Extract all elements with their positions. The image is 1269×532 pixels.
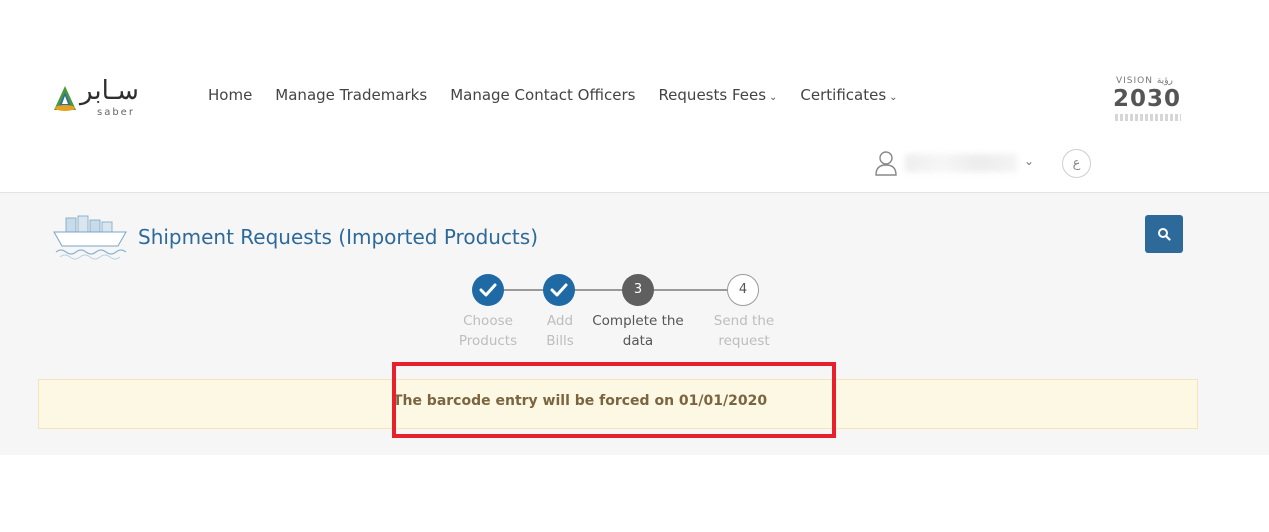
main-menu: Home Manage Trademarks Manage Contact Of…	[208, 86, 921, 104]
nav-manage-contact-officers[interactable]: Manage Contact Officers	[450, 86, 635, 104]
step-2-label-line1: Add	[546, 313, 574, 329]
top-navbar: سـابر saber Home Manage Trademarks Manag…	[0, 0, 1269, 193]
chevron-down-icon: ⌄	[889, 92, 898, 103]
language-switch-button[interactable]: ع	[1062, 149, 1091, 178]
saber-emblem-icon	[54, 86, 76, 111]
checkmark-icon	[550, 283, 568, 297]
chevron-down-icon: ⌄	[769, 92, 778, 103]
nav-home-label: Home	[208, 86, 253, 104]
vision-2030-logo: VISION رؤية 2030	[1113, 76, 1185, 124]
step-3-label: Complete the data	[588, 311, 688, 351]
chevron-down-icon[interactable]: ⌄	[1024, 154, 1034, 168]
step-1-label: Choose Products	[448, 311, 528, 351]
step-2-label-line2: Bills	[546, 333, 574, 349]
saber-logo[interactable]: سـابر saber	[52, 76, 157, 122]
step-1-label-line1: Choose	[463, 313, 513, 329]
step-1-indicator[interactable]	[472, 274, 504, 306]
checkmark-icon	[479, 283, 497, 297]
step-2-indicator[interactable]	[543, 274, 575, 306]
step-4-label-line2: request	[718, 333, 770, 349]
step-3-label-line1: Complete the	[592, 313, 684, 329]
step-4-label: Send the request	[701, 311, 787, 351]
nav-requests-fees[interactable]: Requests Fees ⌄	[658, 86, 777, 104]
nav-home[interactable]: Home	[208, 86, 252, 104]
nav-requests-fees-label: Requests Fees	[658, 86, 767, 104]
page-title: Shipment Requests (Imported Products)	[138, 225, 538, 249]
user-name-redacted[interactable]	[905, 154, 1017, 172]
nav-certificates[interactable]: Certificates ⌄	[800, 86, 897, 104]
vision-subtitle-mark	[1115, 114, 1181, 121]
steps-connector-line	[488, 289, 744, 291]
logo-arabic-text: سـابر	[80, 76, 139, 106]
step-3-label-line2: data	[622, 333, 654, 349]
vision-year: 2030	[1113, 86, 1182, 112]
search-button[interactable]	[1145, 215, 1183, 253]
step-1-label-line2: Products	[458, 333, 518, 349]
step-2-label: Add Bills	[530, 311, 590, 351]
nav-certificates-label: Certificates	[800, 86, 887, 104]
ship-icon	[53, 215, 127, 260]
nav-manage-trademarks[interactable]: Manage Trademarks	[275, 86, 427, 104]
nav-manage-trademarks-label: Manage Trademarks	[275, 86, 428, 104]
step-4-indicator[interactable]: 4	[727, 274, 759, 306]
search-icon	[1158, 228, 1171, 241]
vision-label: VISION رؤية	[1116, 76, 1173, 86]
logo-latin-text: saber	[97, 107, 135, 118]
step-4-label-line1: Send the	[713, 313, 775, 329]
highlight-box	[392, 362, 836, 438]
nav-manage-contact-officers-label: Manage Contact Officers	[450, 86, 636, 104]
step-3-indicator[interactable]: 3	[622, 274, 654, 306]
user-icon[interactable]	[874, 150, 898, 176]
